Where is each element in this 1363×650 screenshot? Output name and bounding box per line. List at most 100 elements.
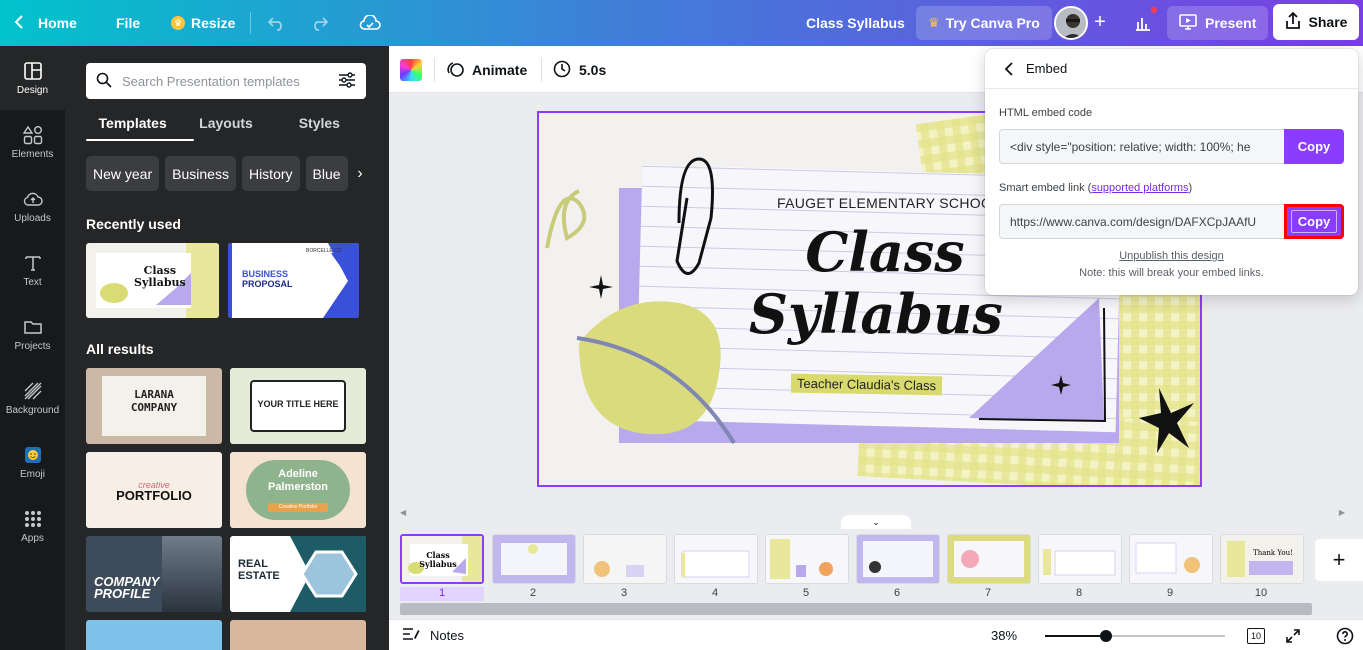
- page-preview: ClassSyllabus: [402, 536, 482, 582]
- thumbnail-brand: BORCELLE.CO: [306, 248, 342, 254]
- grid-icon: [24, 510, 41, 527]
- notes-icon: [402, 627, 420, 644]
- page-thumbnail[interactable]: [856, 534, 940, 584]
- animate-button[interactable]: Animate: [446, 56, 527, 84]
- slide-title-line: Class: [805, 220, 965, 284]
- rail-item-uploads[interactable]: Uploads: [0, 174, 65, 238]
- scroll-right-icon[interactable]: ▶: [1339, 508, 1345, 517]
- zoom-slider[interactable]: [1045, 630, 1225, 642]
- chip-blue[interactable]: Blue: [305, 156, 348, 191]
- page-strip-scrollbar[interactable]: [400, 603, 1312, 615]
- rail-item-text[interactable]: Text: [0, 238, 65, 302]
- resize-button[interactable]: ♛ Resize: [171, 0, 235, 46]
- templates-panel: Search Presentation templates Templates …: [65, 46, 389, 650]
- template-thumbnail[interactable]: [86, 620, 222, 650]
- avatar[interactable]: [1054, 6, 1088, 40]
- template-thumbnail[interactable]: Class Syllabus: [86, 243, 219, 318]
- scroll-left-icon[interactable]: ◀: [400, 508, 406, 517]
- duration-button[interactable]: 5.0s: [553, 56, 606, 84]
- notes-button[interactable]: Notes: [402, 627, 464, 644]
- template-thumbnail[interactable]: YOUR TITLE HERE: [230, 368, 366, 444]
- page-thumbnail[interactable]: [492, 534, 576, 584]
- page-thumbnail[interactable]: [1038, 534, 1122, 584]
- page-thumbnail[interactable]: [1129, 534, 1213, 584]
- page-thumbnail[interactable]: [674, 534, 758, 584]
- page-thumbnail[interactable]: Class Syllabus: [400, 534, 484, 584]
- rail-item-apps[interactable]: Apps: [0, 494, 65, 558]
- page-thumbnail[interactable]: [583, 534, 667, 584]
- template-thumbnail[interactable]: BORCELLE.CO BUSINESS PROPOSAL: [228, 243, 359, 318]
- rail-item-emoji[interactable]: Emoji: [0, 430, 65, 494]
- bottom-bar: Notes 38% 10: [389, 619, 1363, 650]
- supported-platforms-link[interactable]: supported platforms: [1091, 182, 1188, 194]
- divider: [434, 58, 435, 82]
- page-count-button[interactable]: 10: [1247, 628, 1265, 644]
- slide-teacher-label[interactable]: Teacher Claudia's Class: [790, 373, 943, 396]
- try-pro-label: Try Canva Pro: [945, 15, 1040, 31]
- try-canva-pro-button[interactable]: ♛ Try Canva Pro: [916, 6, 1052, 40]
- file-menu-button[interactable]: File: [116, 0, 140, 46]
- copy-link-button[interactable]: Copy: [1284, 204, 1344, 239]
- document-title[interactable]: Class Syllabus: [806, 0, 905, 46]
- template-thumbnail[interactable]: REAL ESTATE: [230, 536, 366, 612]
- slide-title[interactable]: Class: [775, 223, 995, 281]
- animate-label: Animate: [472, 62, 528, 78]
- thumbnail-title-line: BUSINESS: [242, 269, 289, 279]
- page-thumbnail[interactable]: [947, 534, 1031, 584]
- chip-new-year[interactable]: New year: [86, 156, 160, 191]
- unpublish-link[interactable]: Unpublish this design: [985, 250, 1358, 262]
- home-button[interactable]: Home: [14, 0, 77, 46]
- page-thumbnail[interactable]: Thank You!: [1220, 534, 1304, 584]
- template-thumbnail[interactable]: LARANA COMPANY: [86, 368, 222, 444]
- page-thumbnail[interactable]: [765, 534, 849, 584]
- slide-title[interactable]: Syllabus: [749, 285, 1003, 343]
- rail-label: Emoji: [19, 468, 45, 480]
- help-icon[interactable]: [1335, 626, 1355, 646]
- cloud-saved-icon[interactable]: [358, 11, 382, 35]
- thumbnail-title-line: COMPANY: [130, 401, 178, 414]
- rail-item-design[interactable]: Design: [0, 46, 65, 110]
- smart-embed-link-field[interactable]: https://www.canva.com/design/DAFXCpJAAfU: [999, 204, 1285, 239]
- add-collaborator-icon[interactable]: +: [1088, 10, 1112, 34]
- html-embed-field[interactable]: <div style="position: relative; width: 1…: [999, 129, 1285, 164]
- insights-button[interactable]: [1127, 7, 1159, 39]
- rail-label: Uploads: [14, 212, 51, 224]
- color-picker-icon[interactable]: [400, 59, 422, 81]
- back-button[interactable]: [999, 59, 1019, 79]
- tab-styles[interactable]: Styles: [273, 114, 366, 144]
- share-button[interactable]: Share: [1273, 4, 1359, 40]
- fullscreen-icon[interactable]: [1283, 626, 1303, 646]
- filter-icon[interactable]: [338, 71, 356, 91]
- unpublish-note: Note: this will break your embed links.: [1079, 267, 1264, 279]
- page-preview: [584, 535, 666, 583]
- rail-label: Projects: [14, 340, 51, 352]
- rail-item-background[interactable]: Background: [0, 366, 65, 430]
- search-input[interactable]: Search Presentation templates: [86, 63, 366, 99]
- template-thumbnail[interactable]: creative PORTFOLIO: [86, 452, 222, 528]
- template-thumbnail[interactable]: [230, 620, 366, 650]
- thumbnail-title: Adeline Palmerston: [246, 468, 350, 494]
- undo-icon[interactable]: [265, 11, 289, 35]
- page-preview: [1039, 535, 1121, 583]
- page-number: 10: [1254, 587, 1268, 599]
- present-button[interactable]: Present: [1167, 6, 1269, 40]
- search-icon: [96, 72, 112, 91]
- zoom-slider-handle[interactable]: [1100, 630, 1113, 642]
- chevron-right-icon[interactable]: ›: [350, 156, 370, 191]
- redo-icon[interactable]: [307, 11, 331, 35]
- copy-html-button[interactable]: Copy: [1284, 129, 1344, 164]
- chevron-down-icon[interactable]: ⌄: [841, 515, 911, 529]
- template-thumbnail[interactable]: COMPANY PROFILE: [86, 536, 222, 612]
- divider: [250, 12, 251, 34]
- chip-history[interactable]: History: [241, 156, 300, 191]
- slide-school-name[interactable]: FAUGET ELEMENTARY SCHOOL: [777, 195, 1000, 211]
- chip-business[interactable]: Business: [165, 156, 236, 191]
- chevron-left-icon: [14, 14, 24, 32]
- template-thumbnail[interactable]: Adeline Palmerston Creative Portfolio: [230, 452, 366, 528]
- zoom-level[interactable]: 38%: [991, 628, 1017, 643]
- rail-item-elements[interactable]: Elements: [0, 110, 65, 174]
- rail-item-projects[interactable]: Projects: [0, 302, 65, 366]
- add-page-button[interactable]: +: [1315, 539, 1363, 581]
- text-icon: [24, 255, 41, 271]
- chevron-left-icon: [1004, 62, 1013, 76]
